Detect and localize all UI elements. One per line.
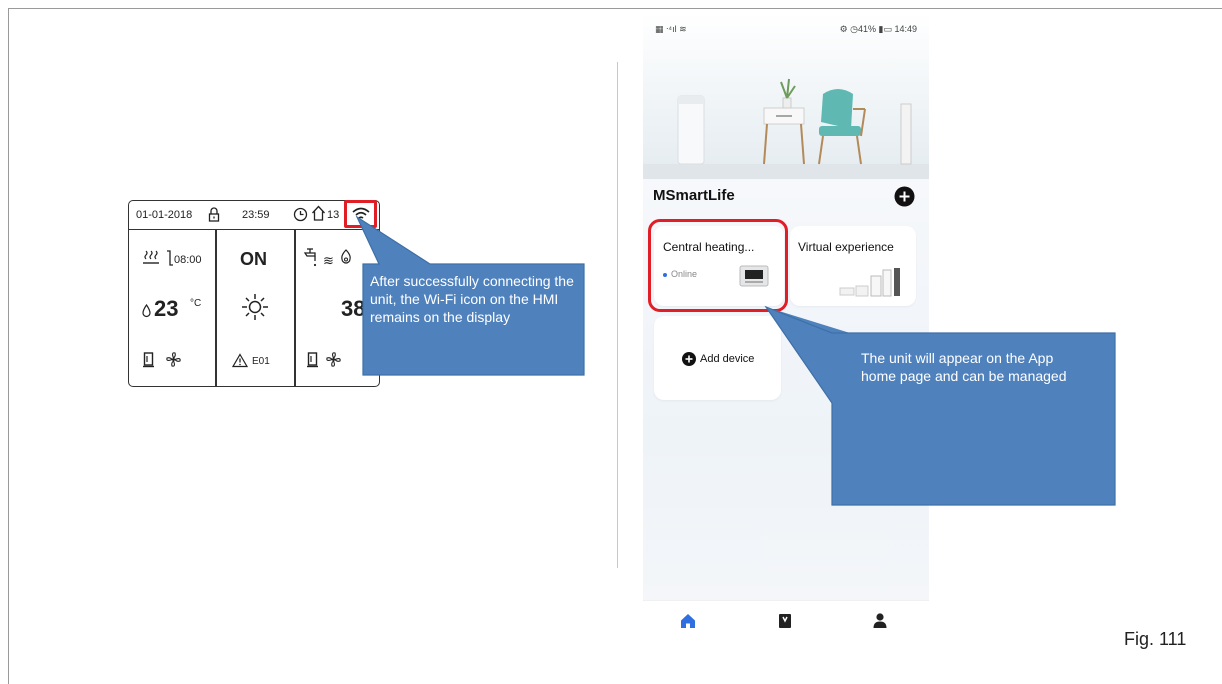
figure-label: Fig. 111 bbox=[1124, 629, 1187, 649]
app-callout-text: The unit will appear on the App home pag… bbox=[861, 350, 1067, 384]
app-callout-shape bbox=[764, 305, 1116, 506]
